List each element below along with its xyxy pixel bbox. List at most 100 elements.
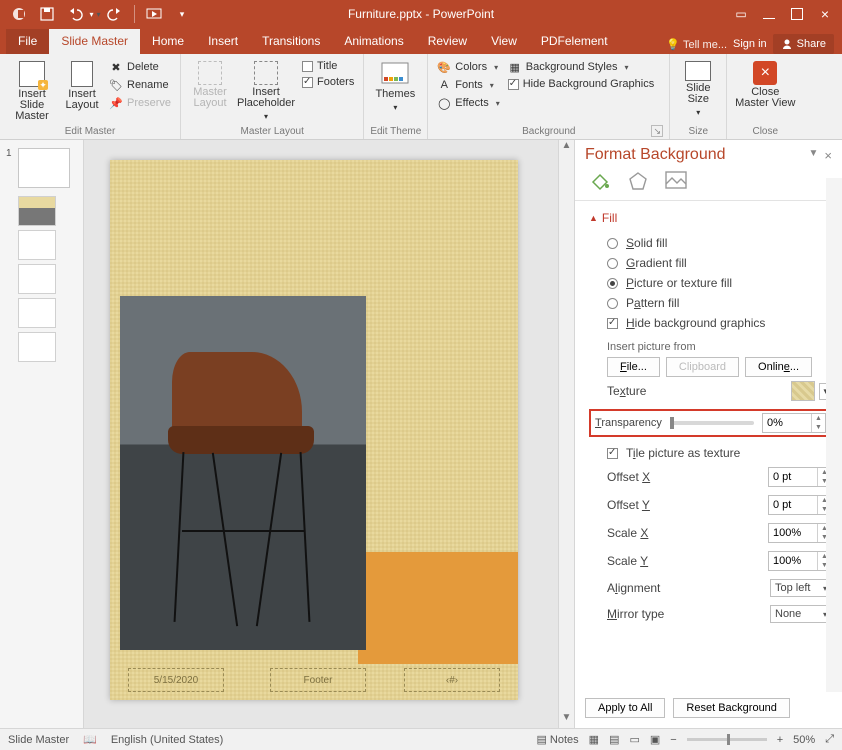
tab-insert[interactable]: Insert: [196, 29, 250, 54]
close-master-view-button[interactable]: ×Close Master View: [733, 57, 797, 109]
view-normal-icon[interactable]: ▦: [589, 733, 599, 746]
view-slideshow-icon[interactable]: ▣: [650, 733, 660, 746]
canvas-scrollbar[interactable]: ▲▼: [558, 140, 574, 728]
hide-bg-checkbox[interactable]: Hide background graphics: [589, 313, 832, 333]
tab-transitions[interactable]: Transitions: [250, 29, 332, 54]
zoom-value[interactable]: 50%: [793, 734, 815, 746]
zoom-slider[interactable]: [687, 738, 767, 741]
scale-y-label: Scale Y: [607, 554, 648, 568]
insert-placeholder-button[interactable]: Insert Placeholder▾: [235, 57, 297, 122]
notes-button[interactable]: ▤ Notes: [536, 733, 578, 746]
qat-undo-more[interactable]: ▾: [90, 3, 100, 25]
group-edit-master: ✦Insert Slide Master Insert Layout ✖Dele…: [0, 54, 181, 139]
status-language[interactable]: English (United States): [111, 734, 224, 746]
qat-redo[interactable]: [102, 3, 128, 25]
gradient-fill-radio[interactable]: Gradient fill: [589, 253, 832, 273]
master-layout-button: Master Layout: [187, 57, 233, 109]
sign-in[interactable]: Sign in: [733, 38, 767, 50]
share-button[interactable]: Share: [773, 34, 834, 54]
preserve-button[interactable]: 📌Preserve: [106, 95, 174, 111]
texture-swatch[interactable]: [791, 381, 815, 401]
layout-thumbnail[interactable]: [18, 264, 56, 294]
online-button[interactable]: Online...: [745, 357, 812, 377]
ribbon: ✦Insert Slide Master Insert Layout ✖Dele…: [0, 54, 842, 140]
hide-bg-graphics-checkbox[interactable]: Hide Background Graphics: [505, 77, 657, 91]
qat-customize[interactable]: ▾: [169, 3, 195, 25]
tell-me[interactable]: 💡 Tell me...: [666, 38, 727, 51]
tile-checkbox[interactable]: Tile picture as texture: [589, 443, 832, 463]
tab-animations[interactable]: Animations: [332, 29, 415, 54]
tab-review[interactable]: Review: [416, 29, 479, 54]
pattern-fill-radio[interactable]: Pattern fill: [589, 293, 832, 313]
mirror-combo[interactable]: None: [770, 605, 832, 623]
status-mode: Slide Master: [8, 734, 69, 746]
background-styles-button[interactable]: ▦Background Styles: [505, 59, 657, 75]
offset-x-field[interactable]: ▲▼: [768, 467, 832, 487]
ribbon-options-icon[interactable]: ▭: [728, 3, 754, 25]
transparency-slider[interactable]: [670, 421, 754, 425]
master-thumbnail[interactable]: [18, 148, 70, 188]
minimize-button[interactable]: [756, 3, 782, 25]
alignment-combo[interactable]: Top left: [770, 579, 832, 597]
layout-thumbnail[interactable]: [18, 196, 56, 226]
insert-slide-master-button[interactable]: ✦Insert Slide Master: [6, 57, 58, 122]
transparency-label: Transparency: [595, 417, 662, 429]
themes-button[interactable]: Themes▾: [370, 57, 420, 113]
pane-scrollbar[interactable]: [826, 178, 842, 692]
picture-fill-radio[interactable]: Picture or texture fill: [589, 273, 832, 293]
thumbnail-pane[interactable]: 1: [0, 140, 84, 728]
slide-number-placeholder[interactable]: ‹#›: [404, 668, 500, 692]
tab-view[interactable]: View: [479, 29, 529, 54]
scale-y-field[interactable]: ▲▼: [768, 551, 832, 571]
layout-thumbnail[interactable]: [18, 332, 56, 362]
zoom-out-button[interactable]: −: [670, 734, 676, 746]
tab-pdfelement[interactable]: PDFelement: [529, 29, 620, 54]
fonts-button[interactable]: AFonts: [434, 77, 502, 93]
texture-label: Texture: [607, 384, 646, 398]
qat-undo[interactable]: [62, 3, 88, 25]
pane-options-icon[interactable]: ▼: [809, 148, 819, 163]
tab-file[interactable]: File: [6, 29, 49, 54]
scale-x-field[interactable]: ▲▼: [768, 523, 832, 543]
pane-close-icon[interactable]: ×: [824, 148, 832, 163]
slide-canvas[interactable]: 5/15/2020 Footer ‹#› ▲▼: [84, 140, 574, 728]
mirror-label: Mirror type: [607, 607, 664, 621]
zoom-in-button[interactable]: +: [777, 734, 783, 746]
offset-y-field[interactable]: ▲▼: [768, 495, 832, 515]
fit-to-window-icon[interactable]: ⤢: [825, 733, 834, 746]
reset-background-button[interactable]: Reset Background: [673, 698, 790, 718]
layout-thumbnail[interactable]: [18, 230, 56, 260]
footer-placeholder[interactable]: Footer: [270, 668, 366, 692]
qat-save[interactable]: [34, 3, 60, 25]
file-button[interactable]: File...: [607, 357, 660, 377]
rename-button[interactable]: 🏷Rename: [106, 77, 174, 93]
view-reading-icon[interactable]: ▭: [629, 733, 639, 746]
delete-button[interactable]: ✖Delete: [106, 59, 174, 75]
transparency-field[interactable]: ▲▼: [762, 413, 826, 433]
background-launcher-icon[interactable]: ↘: [651, 125, 663, 137]
tab-slide-master[interactable]: Slide Master: [49, 29, 140, 54]
colors-button[interactable]: 🎨Colors: [434, 59, 502, 75]
qat-start-show[interactable]: [141, 3, 167, 25]
fill-section-header[interactable]: ▲Fill: [589, 211, 832, 225]
picture-tab-icon[interactable]: [665, 170, 687, 192]
chair-photo: [120, 296, 366, 650]
fill-tab-icon[interactable]: [589, 170, 611, 192]
restore-button[interactable]: [784, 3, 810, 25]
spellcheck-icon[interactable]: 📖: [83, 733, 97, 746]
view-sorter-icon[interactable]: ▤: [609, 733, 619, 746]
solid-fill-radio[interactable]: Solid fill: [589, 233, 832, 253]
insert-layout-button[interactable]: Insert Layout: [60, 57, 104, 111]
effects-button[interactable]: ◯Effects: [434, 95, 502, 111]
title-checkbox[interactable]: Title: [299, 59, 357, 73]
effects-tab-icon[interactable]: [627, 170, 649, 192]
date-placeholder[interactable]: 5/15/2020: [128, 668, 224, 692]
close-window-button[interactable]: ×: [812, 3, 838, 25]
pane-title: Format Background: [585, 146, 726, 164]
tab-home[interactable]: Home: [140, 29, 196, 54]
slide-size-button[interactable]: Slide Size▾: [676, 57, 720, 118]
apply-to-all-button[interactable]: Apply to All: [585, 698, 665, 718]
layout-thumbnail[interactable]: [18, 298, 56, 328]
slide[interactable]: 5/15/2020 Footer ‹#›: [110, 160, 518, 700]
footers-checkbox[interactable]: Footers: [299, 75, 357, 89]
